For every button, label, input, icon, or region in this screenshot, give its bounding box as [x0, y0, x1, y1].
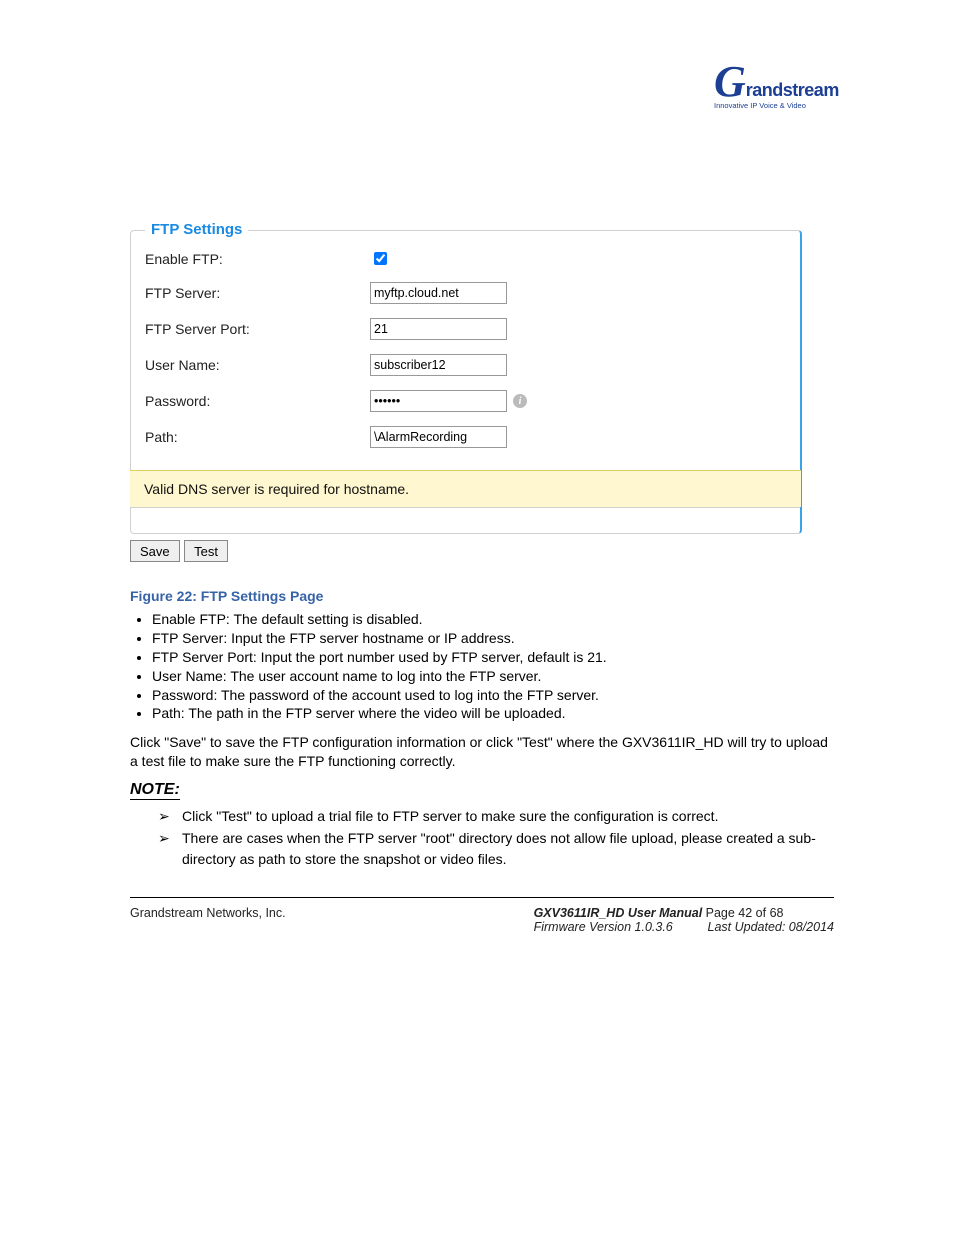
ftp-port-input[interactable] — [370, 318, 507, 340]
footer-page: Page 42 of 68 — [706, 906, 784, 920]
fieldset-legend: FTP Settings — [145, 221, 248, 238]
footer-fw: Firmware Version 1.0.3.6 — [534, 920, 673, 934]
logo-tagline: Innovative IP Voice & Video — [714, 101, 834, 110]
footer-mid: GXV3611IR_HD User Manual Page 42 of 68 F… — [534, 906, 834, 934]
logo-mark: G — [714, 57, 746, 106]
list-item: FTP Server Port: Input the port number u… — [152, 648, 834, 667]
ftp-settings-fieldset: FTP Settings Enable FTP: FTP Server: FTP… — [130, 230, 802, 534]
list-item: Enable FTP: The default setting is disab… — [152, 610, 834, 629]
note-arrow-list: ➢ Click "Test" to upload a trial file to… — [158, 806, 834, 869]
info-icon[interactable]: i — [513, 394, 527, 408]
list-item: Password: The password of the account us… — [152, 686, 834, 705]
ftp-server-row: FTP Server: — [145, 282, 786, 304]
footer-left: Grandstream Networks, Inc. — [130, 906, 286, 934]
ftp-port-label: FTP Server Port: — [145, 321, 370, 337]
figure-caption: Figure 22: FTP Settings Page — [130, 588, 834, 604]
save-button[interactable]: Save — [130, 540, 180, 562]
path-input[interactable] — [370, 426, 507, 448]
brand-logo: Grandstream Innovative IP Voice & Video — [714, 64, 834, 110]
page-footer: Grandstream Networks, Inc. GXV3611IR_HD … — [130, 897, 834, 934]
arrow-icon: ➢ — [158, 828, 182, 869]
enable-ftp-label: Enable FTP: — [145, 251, 370, 267]
arrow-text: Click "Test" to upload a trial file to F… — [182, 806, 718, 826]
password-label: Password: — [145, 393, 370, 409]
arrow-icon: ➢ — [158, 806, 182, 826]
arrow-item: ➢ There are cases when the FTP server "r… — [158, 828, 834, 869]
button-row: Save Test — [130, 540, 834, 562]
footer-updated: Last Updated: 08/2014 — [708, 920, 835, 934]
username-input[interactable] — [370, 354, 507, 376]
list-item: User Name: The user account name to log … — [152, 667, 834, 686]
footer-title: GXV3611IR_HD User Manual — [534, 906, 706, 920]
path-row: Path: — [145, 426, 786, 448]
enable-ftp-row: Enable FTP: — [145, 249, 786, 268]
dns-notice: Valid DNS server is required for hostnam… — [130, 470, 801, 507]
password-input[interactable] — [370, 390, 507, 412]
list-item: Path: The path in the FTP server where t… — [152, 704, 834, 723]
arrow-item: ➢ Click "Test" to upload a trial file to… — [158, 806, 834, 826]
username-label: User Name: — [145, 357, 370, 373]
password-row: Password: i — [145, 390, 786, 412]
list-item: FTP Server: Input the FTP server hostnam… — [152, 629, 834, 648]
enable-ftp-checkbox[interactable] — [374, 252, 387, 265]
ftp-port-row: FTP Server Port: — [145, 318, 786, 340]
post-text: Click "Save" to save the FTP configurati… — [130, 733, 834, 771]
bullet-list: Enable FTP: The default setting is disab… — [130, 610, 834, 723]
ftp-server-input[interactable] — [370, 282, 507, 304]
note-label: NOTE: — [130, 781, 180, 800]
path-label: Path: — [145, 429, 370, 445]
ftp-server-label: FTP Server: — [145, 285, 370, 301]
username-row: User Name: — [145, 354, 786, 376]
arrow-text: There are cases when the FTP server "roo… — [182, 828, 834, 869]
test-button[interactable]: Test — [184, 540, 228, 562]
fieldset-footer-bar — [131, 507, 800, 533]
logo-text: randstream — [746, 80, 839, 100]
